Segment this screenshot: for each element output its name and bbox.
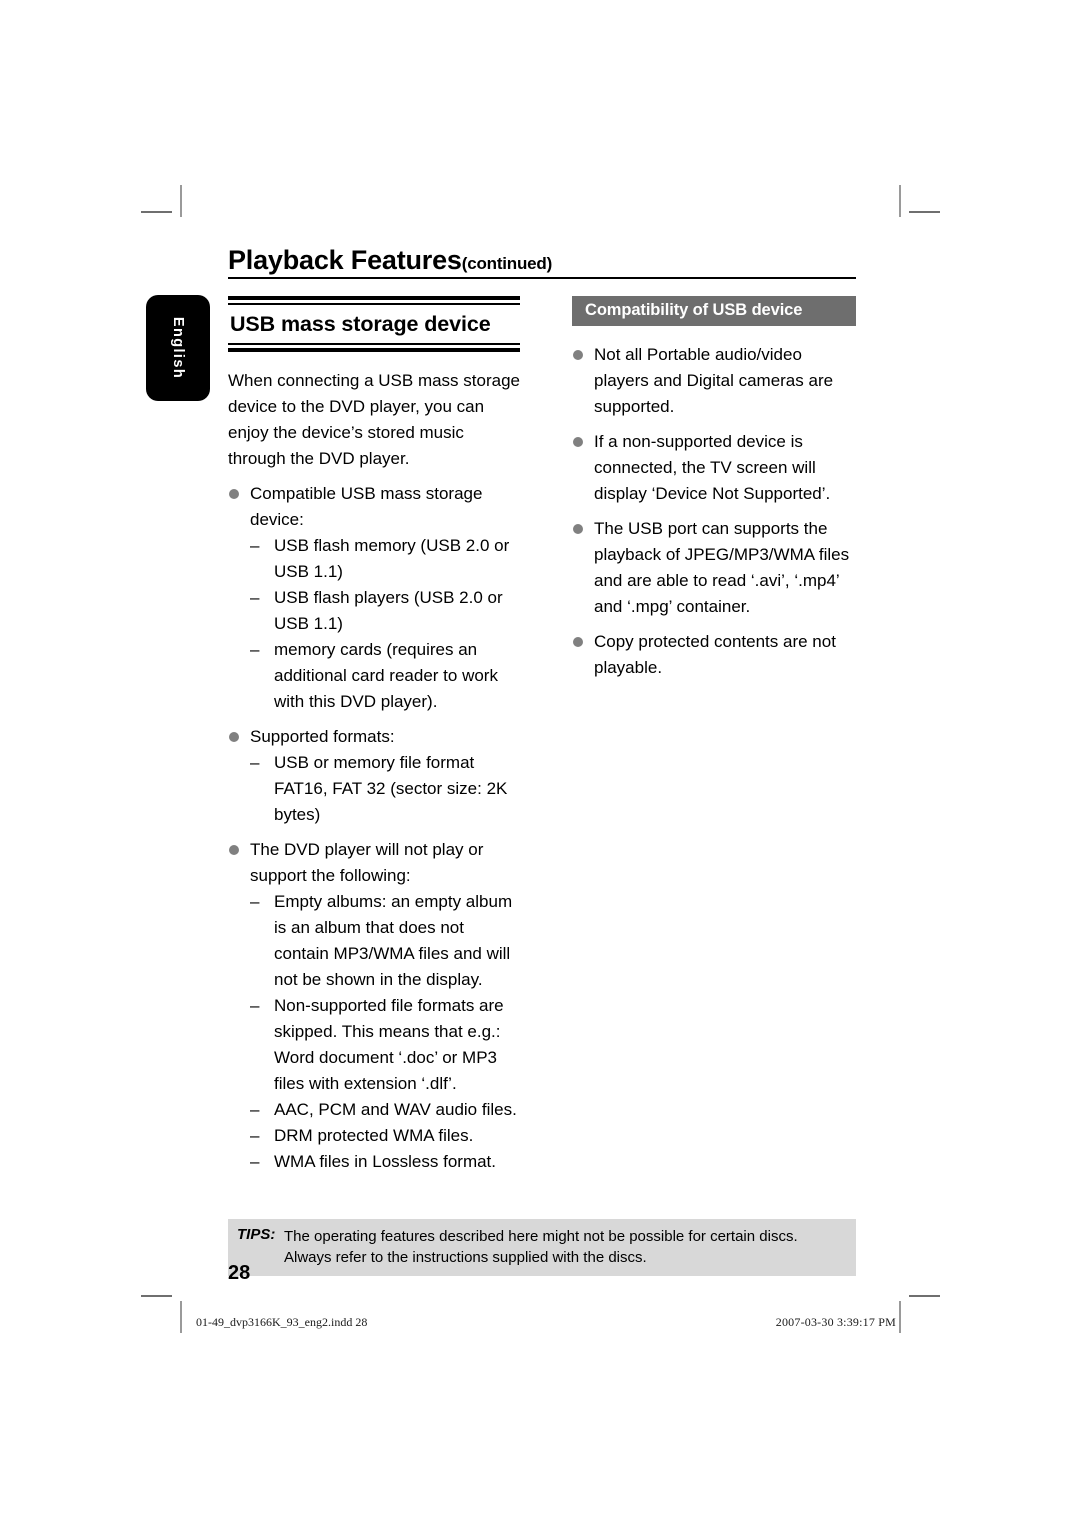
list-item: USB or memory file format FAT16, FAT 32 … [250, 750, 520, 828]
list-item: If a non-supported device is connected, … [572, 429, 856, 507]
bullet-text: Compatible USB mass storage device: [250, 484, 483, 529]
list-item: The DVD player will not play or support … [228, 837, 520, 1175]
left-column: USB mass storage device When connecting … [228, 296, 520, 1175]
bullet-text: The DVD player will not play or support … [250, 840, 484, 885]
tips-content: TIPS: The operating features described h… [228, 1226, 856, 1268]
print-footer: 01-49_dvp3166K_93_eng2.indd 28 2007-03-3… [196, 1315, 896, 1330]
list-item: USB flash memory (USB 2.0 or USB 1.1) [250, 533, 520, 585]
print-footer-filename: 01-49_dvp3166K_93_eng2.indd 28 [196, 1315, 368, 1329]
section-rule-top [228, 296, 520, 305]
crop-mark-top-right-horizontal [909, 211, 940, 213]
sub-list: USB or memory file format FAT16, FAT 32 … [250, 750, 520, 828]
section-title: USB mass storage device [228, 305, 520, 343]
tips-label: TIPS: [237, 1226, 276, 1243]
print-footer-timestamp: 2007-03-30 3:39:17 PM [775, 1315, 896, 1329]
list-item: Copy protected contents are not playable… [572, 629, 856, 681]
bullet-text: Supported formats: [250, 727, 395, 746]
tips-line-2: Always refer to the instructions supplie… [284, 1249, 647, 1266]
manual-page: Playback Features(continued) English USB… [0, 0, 1080, 1527]
running-head-continued: (continued) [461, 254, 553, 273]
list-item: memory cards (requires an additional car… [250, 637, 520, 715]
list-item: AAC, PCM and WAV audio files. [250, 1097, 520, 1123]
tips-bar: TIPS: The operating features described h… [228, 1219, 856, 1276]
right-bullet-list: Not all Portable audio/video players and… [572, 342, 856, 681]
section-rule-bottom [228, 343, 520, 352]
sub-list: Empty albums: an empty album is an album… [250, 889, 520, 1175]
running-head-line: Playback Features(continued) [228, 246, 856, 274]
crop-mark-bottom-left-vertical [180, 1301, 182, 1333]
list-item: DRM protected WMA files. [250, 1123, 520, 1149]
crop-mark-bottom-left-horizontal [141, 1295, 172, 1297]
list-item: Non-supported file formats are skipped. … [250, 993, 520, 1097]
running-head: Playback Features(continued) [228, 246, 856, 280]
crop-mark-top-right-vertical [899, 185, 901, 217]
section-title-strong: USB [230, 312, 276, 336]
right-column: Compatibility of USB device Not all Port… [572, 296, 856, 681]
list-item: Empty albums: an empty album is an album… [250, 889, 520, 993]
list-item: Compatible USB mass storage device: USB … [228, 481, 520, 715]
running-head-rule [228, 277, 856, 280]
crop-mark-top-left-vertical [180, 185, 182, 217]
list-item: WMA files in Lossless format. [250, 1149, 520, 1175]
tips-line-1: The operating features described here mi… [284, 1228, 798, 1245]
sub-list: USB flash memory (USB 2.0 or USB 1.1) US… [250, 533, 520, 715]
language-tab-label: English [170, 316, 186, 380]
language-tab: English [146, 295, 210, 401]
compatibility-header-bar: Compatibility of USB device [572, 296, 856, 326]
list-item: USB flash players (USB 2.0 or USB 1.1) [250, 585, 520, 637]
list-item: Supported formats: USB or memory file fo… [228, 724, 520, 828]
intro-paragraph: When connecting a USB mass storage devic… [228, 371, 520, 468]
page-number: 28 [228, 1262, 251, 1284]
crop-mark-top-left-horizontal [141, 211, 172, 213]
left-bullet-list: Compatible USB mass storage device: USB … [228, 481, 520, 1175]
section-title-rest: mass storage device [275, 312, 491, 336]
crop-mark-bottom-right-horizontal [909, 1295, 940, 1297]
page-title: Playback Features [228, 245, 462, 275]
list-item: The USB port can supports the playback o… [572, 516, 856, 620]
section-rule-bottom-thick [228, 348, 520, 352]
crop-mark-bottom-right-vertical [899, 1301, 901, 1333]
list-item: Not all Portable audio/video players and… [572, 342, 856, 420]
